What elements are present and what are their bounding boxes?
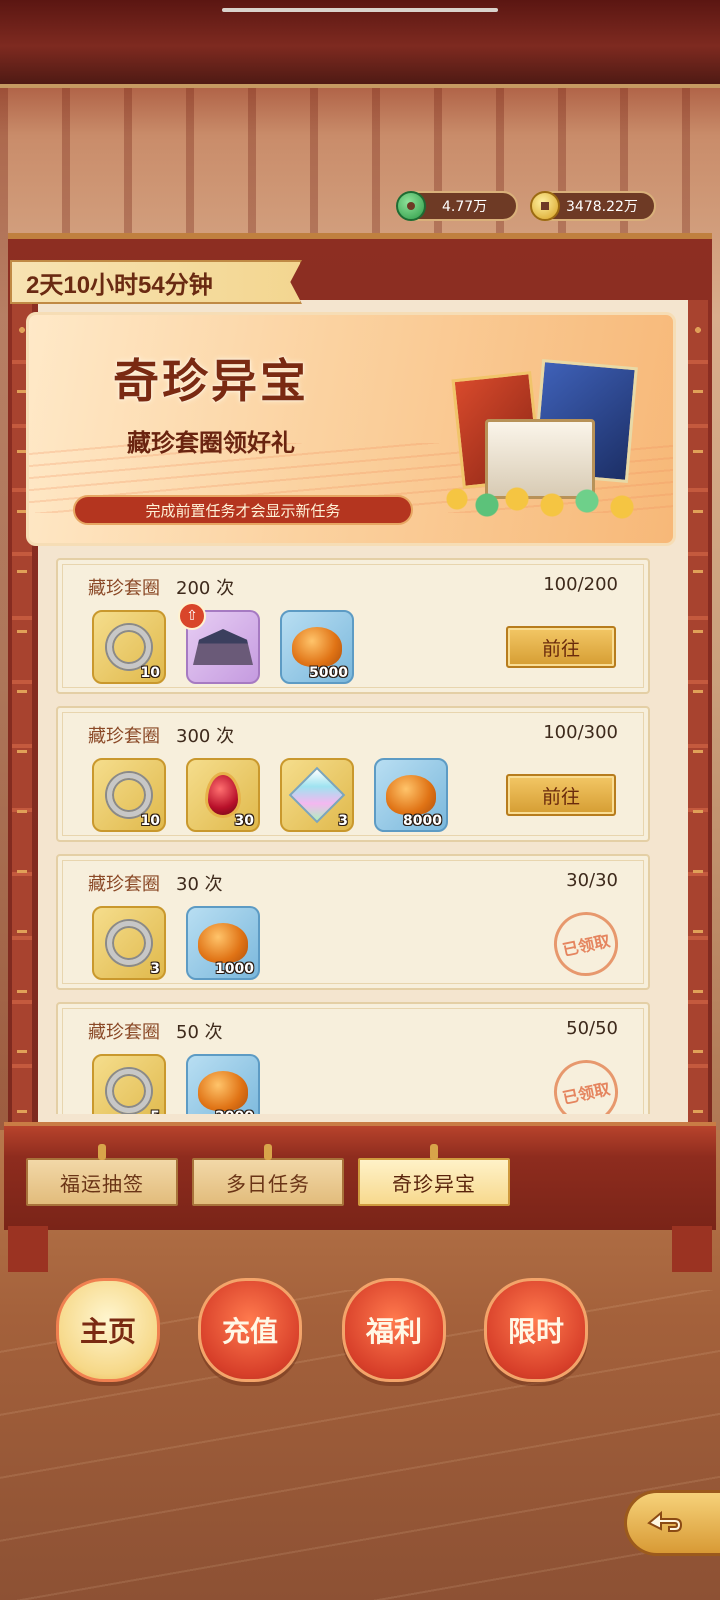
banner-title: 奇珍异宝	[113, 354, 309, 408]
reward-list: 3 1000	[92, 906, 260, 980]
reward-item[interactable]: 5	[92, 1054, 166, 1114]
rail-leg-right	[672, 1226, 712, 1272]
amber-shell-icon	[292, 627, 342, 667]
amber-shell-icon	[198, 1071, 248, 1111]
banner-hint: 完成前置任务才会显示新任务	[73, 495, 413, 525]
task-progress: 30/30	[566, 870, 618, 891]
task-list[interactable]: 藏珍套圈 200 次 100/200 10 ⇧ 5000 前往 藏珍套圈 300…	[56, 558, 650, 1114]
nav-recharge[interactable]: 充值	[198, 1278, 302, 1382]
reward-qty: 3	[150, 961, 160, 977]
reward-qty: 8000	[403, 813, 442, 829]
rail-leg-left	[8, 1226, 48, 1272]
task-count: 300 次	[176, 726, 235, 747]
reward-qty: 2000	[215, 1109, 254, 1114]
reward-item[interactable]: 3	[280, 758, 354, 832]
back-arrow-icon	[647, 1510, 683, 1532]
reward-list: 10 30 3 8000	[92, 758, 448, 832]
back-button[interactable]	[624, 1490, 720, 1556]
reward-item[interactable]: 2000	[186, 1054, 260, 1114]
jade-amount: 4.77万	[442, 199, 488, 215]
tab-pin	[430, 1144, 438, 1160]
jade-coin-icon	[396, 191, 426, 221]
task-progress: 100/300	[543, 722, 618, 743]
banner-subtitle: 藏珍套圈领好礼	[127, 429, 295, 457]
reward-qty: 10	[140, 665, 160, 681]
task-count: 50 次	[176, 1022, 223, 1043]
reward-item[interactable]: ⇧	[178, 602, 260, 684]
ruby-pendant-icon	[205, 772, 241, 818]
upgrade-badge-icon: ⇧	[178, 602, 206, 630]
reward-item[interactable]: 5000	[280, 610, 354, 684]
tab-label: 福运抽签	[60, 1171, 144, 1196]
treasure-chest-icon	[437, 349, 647, 519]
mansion-icon	[193, 629, 253, 665]
reward-item[interactable]: 8000	[374, 758, 448, 832]
claimed-stamp: 已领取	[548, 906, 624, 982]
amber-shell-icon	[198, 923, 248, 963]
reward-qty: 10	[140, 813, 160, 829]
nav-home[interactable]: 主页	[56, 1278, 160, 1382]
countdown-timer: 2天10小时54分钟	[10, 260, 302, 304]
coin-pile	[437, 469, 647, 519]
reward-item[interactable]: 3	[92, 906, 166, 980]
tab-pin	[264, 1144, 272, 1160]
task-row: 藏珍套圈 50 次 50/50 5 2000 已领取	[56, 1002, 650, 1114]
reward-qty: 3	[338, 813, 348, 829]
reward-item[interactable]: 1000	[186, 906, 260, 980]
reward-qty: 5000	[309, 665, 348, 681]
jade-currency[interactable]: 4.77万	[396, 191, 518, 221]
reward-item[interactable]: 10	[92, 758, 166, 832]
claimed-stamp: 已领取	[548, 1054, 624, 1114]
task-name: 藏珍套圈	[88, 1022, 160, 1043]
top-handle	[222, 8, 498, 12]
task-row: 藏珍套圈 300 次 100/300 10 30 3 8000 前往	[56, 706, 650, 842]
go-button[interactable]: 前往	[506, 626, 616, 668]
nav-welfare[interactable]: 福利	[342, 1278, 446, 1382]
task-name: 藏珍套圈	[88, 578, 160, 599]
tab-fortune-draw[interactable]: 福运抽签	[26, 1144, 178, 1206]
task-count: 200 次	[176, 578, 235, 599]
tab-label: 奇珍异宝	[392, 1171, 476, 1196]
crystal-gem-icon	[288, 766, 346, 824]
reward-list: 5 2000	[92, 1054, 260, 1114]
roof-eave	[0, 0, 720, 88]
amber-shell-icon	[386, 775, 436, 815]
task-name: 藏珍套圈	[88, 726, 160, 747]
nav-limited[interactable]: 限时	[484, 1278, 588, 1382]
go-button[interactable]: 前往	[506, 774, 616, 816]
silver-ring-icon	[107, 625, 151, 669]
reward-qty: 5	[150, 1109, 160, 1114]
task-name: 藏珍套圈	[88, 874, 160, 895]
tab-pin	[98, 1144, 106, 1160]
reward-qty: 30	[234, 813, 254, 829]
reward-qty: 1000	[215, 961, 254, 977]
tab-daily-tasks[interactable]: 多日任务	[192, 1144, 344, 1206]
gold-currency[interactable]: 3478.22万	[530, 191, 656, 221]
task-progress: 50/50	[566, 1018, 618, 1039]
reward-item[interactable]: 10	[92, 610, 166, 684]
right-pillar	[688, 300, 708, 1150]
task-count: 30 次	[176, 874, 223, 895]
event-banner: 奇珍异宝 藏珍套圈领好礼 完成前置任务才会显示新任务	[26, 312, 676, 546]
reward-list: 10 ⇧ 5000	[92, 602, 354, 684]
task-progress: 100/200	[543, 574, 618, 595]
reward-item[interactable]: 30	[186, 758, 260, 832]
task-row: 藏珍套圈 200 次 100/200 10 ⇧ 5000 前往	[56, 558, 650, 694]
task-row: 藏珍套圈 30 次 30/30 3 1000 已领取	[56, 854, 650, 990]
gold-coin-icon	[530, 191, 560, 221]
tab-label: 多日任务	[226, 1171, 310, 1196]
tab-treasures[interactable]: 奇珍异宝	[358, 1144, 510, 1206]
silver-ring-icon	[107, 1069, 151, 1113]
silver-ring-icon	[107, 921, 151, 965]
silver-ring-icon	[107, 773, 151, 817]
gold-amount: 3478.22万	[566, 199, 638, 215]
